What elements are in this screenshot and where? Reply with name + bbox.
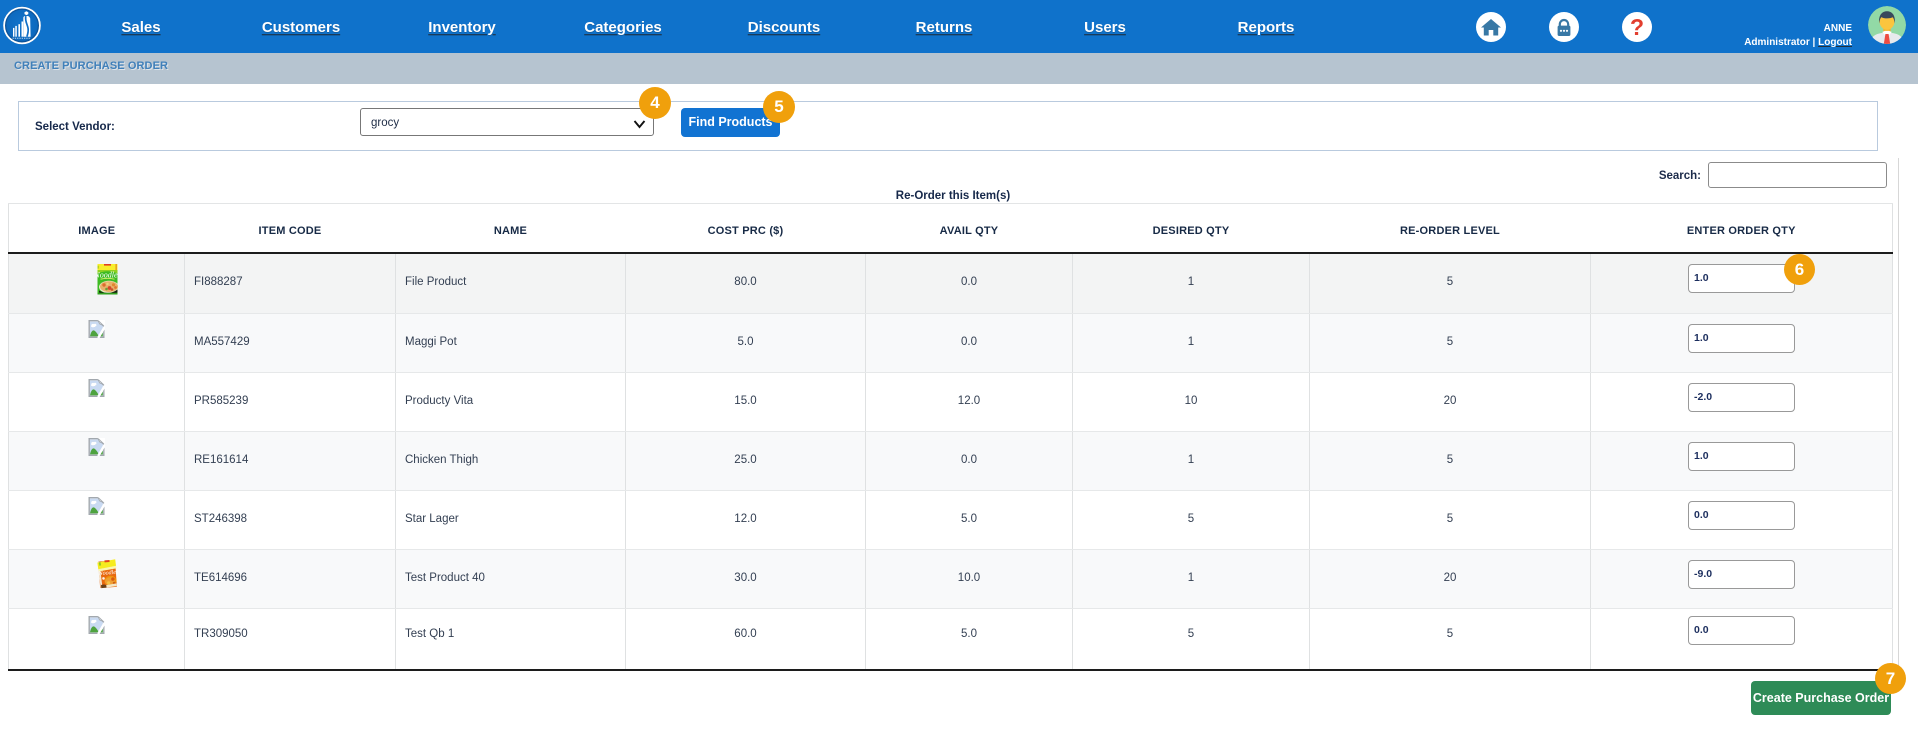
svg-text:?: ?	[1630, 14, 1644, 40]
